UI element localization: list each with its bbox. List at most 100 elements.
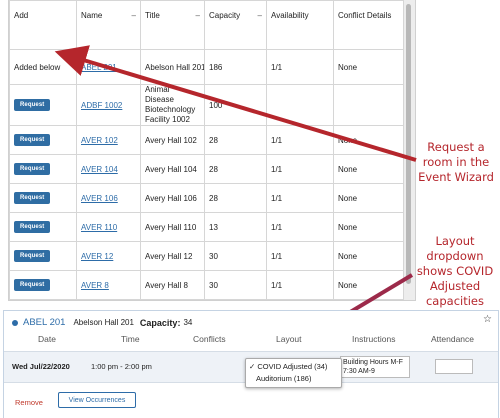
table-row: Added below ABEL 201 Abelson Hall 201 186 1/… — [9, 49, 404, 85]
conflict-cell — [333, 84, 404, 126]
table-header-row: Add Name – Title – Capacity – Availability … — [9, 0, 404, 50]
title-cell: Avery Hall 110 — [140, 212, 205, 242]
room-name-link[interactable]: AVER 102 — [81, 136, 118, 145]
sort-icon[interactable]: – — [132, 11, 136, 20]
add-cell: Added below — [9, 49, 77, 85]
conflict-cell: None — [333, 241, 404, 271]
name-cell: AVER 8 — [76, 270, 141, 300]
col-header-capacity[interactable]: Capacity – — [204, 0, 267, 50]
table-row: Request ADBF 1002 Animal Disease Biotechno… — [9, 84, 404, 126]
layout-option-auditorium[interactable]: Auditorium (186) — [256, 374, 311, 383]
request-button[interactable]: Request — [14, 192, 51, 204]
layout-option-covid[interactable]: ✓ COVID Adjusted (34) — [249, 362, 327, 371]
add-cell: Request — [9, 154, 77, 184]
title-cell: Avery Hall 12 — [140, 241, 205, 271]
selected-room-link[interactable]: ABEL 201 — [23, 317, 65, 328]
title-cell: Abelson Hall 201 — [140, 49, 205, 85]
capacity-cell: 30 — [204, 270, 267, 300]
availability-cell: 1/1 — [266, 241, 334, 271]
availability-cell — [266, 84, 334, 126]
capacity-cell: 28 — [204, 183, 267, 213]
title-cell: Avery Hall 106 — [140, 183, 205, 213]
room-name-link[interactable]: ADBF 1002 — [81, 101, 122, 110]
name-cell: AVER 110 — [76, 212, 141, 242]
add-cell: Request — [9, 183, 77, 213]
request-button[interactable]: Request — [14, 279, 51, 291]
occurrence-time: 1:00 pm - 2:00 pm — [91, 362, 152, 371]
occurrence-date: Wed Jul/22/2020 — [12, 362, 70, 371]
room-results-table: Add Name – Title – Capacity – Availability … — [9, 0, 404, 300]
conflict-cell: None — [333, 49, 404, 85]
availability-cell: 1/1 — [266, 49, 334, 85]
col-header-title[interactable]: Title – — [140, 0, 205, 50]
layout-option-label: Auditorium (186) — [256, 374, 312, 383]
col-instructions: Instructions — [352, 334, 396, 344]
col-attendance: Attendance — [431, 334, 475, 344]
room-name-link[interactable]: ABEL 201 — [81, 63, 117, 72]
request-button[interactable]: Request — [14, 163, 51, 175]
capacity-cell: 186 — [204, 49, 267, 85]
table-row: Request AVER 106 Avery Hall 106 28 1/1 None — [9, 183, 404, 213]
check-icon: ✓ — [249, 362, 256, 371]
room-name-link[interactable]: AVER 106 — [81, 194, 118, 203]
conflict-cell: None — [333, 270, 404, 300]
capacity-value: 34 — [183, 318, 193, 327]
col-conflicts: Conflicts — [193, 334, 226, 344]
add-cell: Request — [9, 270, 77, 300]
capacity-cell: 13 — [204, 212, 267, 242]
annotation-request: Request a room in the Event Wizard — [418, 140, 494, 184]
request-button[interactable]: Request — [14, 221, 51, 233]
dot-icon — [12, 319, 18, 326]
col-header-add: Add — [9, 0, 77, 50]
room-results-panel: Add Name – Title – Capacity – Availability … — [8, 0, 416, 301]
col-date: Date — [38, 334, 56, 344]
title-cell: Avery Hall 104 — [140, 154, 205, 184]
layout-option-label: COVID Adjusted (34) — [257, 362, 328, 371]
room-name-link[interactable]: AVER 104 — [81, 165, 118, 174]
instructions-textarea[interactable]: Building Hours M-F 7:30 AM-9 — [340, 356, 410, 378]
sort-icon[interactable]: – — [258, 11, 262, 20]
request-button[interactable]: Request — [14, 99, 51, 111]
col-header-name[interactable]: Name – — [76, 0, 141, 50]
name-cell: AVER 102 — [76, 125, 141, 155]
room-name-link[interactable]: AVER 12 — [81, 252, 113, 261]
view-occurrences-button[interactable]: View Occurrences — [58, 392, 136, 408]
add-cell: Request — [9, 125, 77, 155]
conflict-cell: None — [333, 212, 404, 242]
request-button[interactable]: Request — [14, 134, 51, 146]
attendance-input[interactable] — [435, 359, 473, 374]
selected-room-header: ABEL 201 Abelson Hall 201 Capacity: 34 — [12, 317, 192, 328]
table-row: Request AVER 110 Avery Hall 110 13 1/1 None — [9, 212, 404, 242]
availability-cell: 1/1 — [266, 270, 334, 300]
conflict-cell: None — [333, 125, 404, 155]
availability-cell: 1/1 — [266, 125, 334, 155]
layout-dropdown[interactable]: ✓ COVID Adjusted (34) Auditorium (186) — [245, 358, 342, 388]
table-row: Request AVER 104 Avery Hall 104 28 1/1 None — [9, 154, 404, 184]
selected-room-title: Abelson Hall 201 — [73, 318, 134, 327]
name-cell: ABEL 201 — [76, 49, 141, 85]
name-cell: AVER 104 — [76, 154, 141, 184]
added-below-label: Added below — [14, 62, 61, 72]
sort-icon[interactable]: – — [196, 11, 200, 20]
name-cell: ADBF 1002 — [76, 84, 141, 126]
add-cell: Request — [9, 241, 77, 271]
table-row: Request AVER 102 Avery Hall 102 28 1/1 None — [9, 125, 404, 155]
annotation-layout: Layout dropdown shows COVID Adjusted cap… — [416, 234, 494, 308]
star-icon[interactable]: ☆ — [483, 314, 492, 325]
remove-link[interactable]: Remove — [15, 398, 43, 407]
col-time: Time — [121, 334, 140, 344]
name-cell: AVER 12 — [76, 241, 141, 271]
room-name-link[interactable]: AVER 8 — [81, 281, 109, 290]
request-button[interactable]: Request — [14, 250, 51, 262]
col-header-availability: Availability — [266, 0, 334, 50]
room-name-link[interactable]: AVER 110 — [81, 223, 117, 232]
capacity-cell: 100 — [204, 84, 267, 126]
col-header-conflict-details: Conflict Details — [333, 0, 404, 50]
col-layout: Layout — [276, 334, 302, 344]
availability-cell: 1/1 — [266, 154, 334, 184]
add-cell: Request — [9, 212, 77, 242]
table-row: Request AVER 12 Avery Hall 12 30 1/1 None — [9, 241, 404, 271]
availability-cell: 1/1 — [266, 183, 334, 213]
conflict-cell: None — [333, 183, 404, 213]
name-cell: AVER 106 — [76, 183, 141, 213]
